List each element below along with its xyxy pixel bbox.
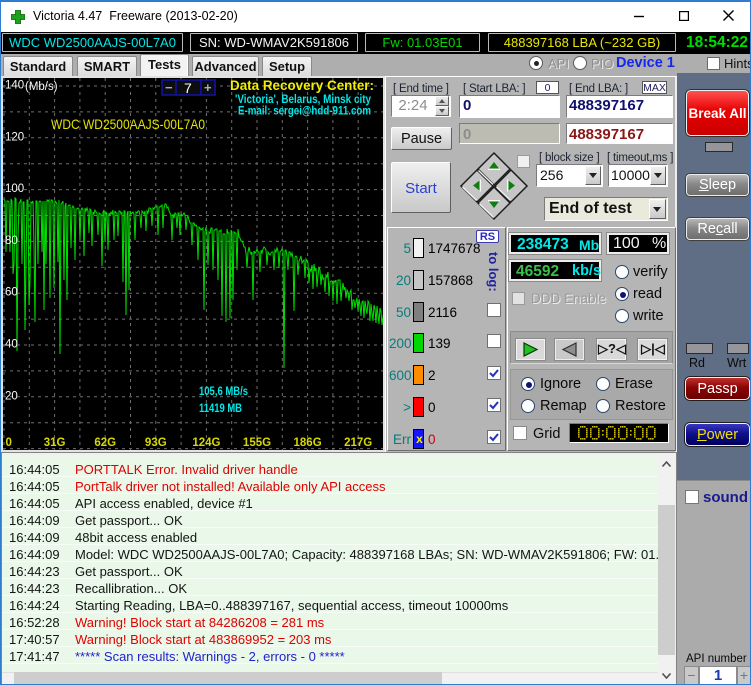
svg-text:217G: 217G [344, 437, 372, 449]
svg-text:−: − [165, 80, 173, 95]
svg-text:120: 120 [5, 131, 24, 143]
svg-text:11419 MB: 11419 MB [199, 403, 242, 415]
svg-text:62G: 62G [94, 437, 116, 449]
svg-text:(Mb/s): (Mb/s) [25, 81, 58, 93]
svg-text:60: 60 [5, 287, 18, 299]
svg-text:155G: 155G [243, 437, 271, 449]
svg-text:0: 0 [6, 437, 12, 449]
svg-text:186G: 186G [294, 437, 322, 449]
svg-text:WDC WD2500AAJS-00L7A0: WDC WD2500AAJS-00L7A0 [51, 116, 205, 132]
svg-text:31G: 31G [44, 437, 66, 449]
svg-text:93G: 93G [145, 437, 167, 449]
svg-text:20: 20 [5, 390, 18, 402]
svg-text:Data Recovery Center:: Data Recovery Center: [230, 78, 374, 93]
svg-text:80: 80 [5, 235, 18, 247]
svg-text:140: 140 [5, 80, 24, 92]
svg-text:40: 40 [5, 339, 18, 351]
svg-text:E-mail: sergei@hdd-911.com: E-mail: sergei@hdd-911.com [238, 104, 371, 118]
svg-text:100: 100 [5, 183, 24, 195]
svg-text:7: 7 [184, 80, 192, 96]
svg-text:105,6 MB/s: 105,6 MB/s [199, 386, 248, 398]
svg-text:124G: 124G [192, 437, 220, 449]
svg-text:+: + [204, 80, 212, 95]
